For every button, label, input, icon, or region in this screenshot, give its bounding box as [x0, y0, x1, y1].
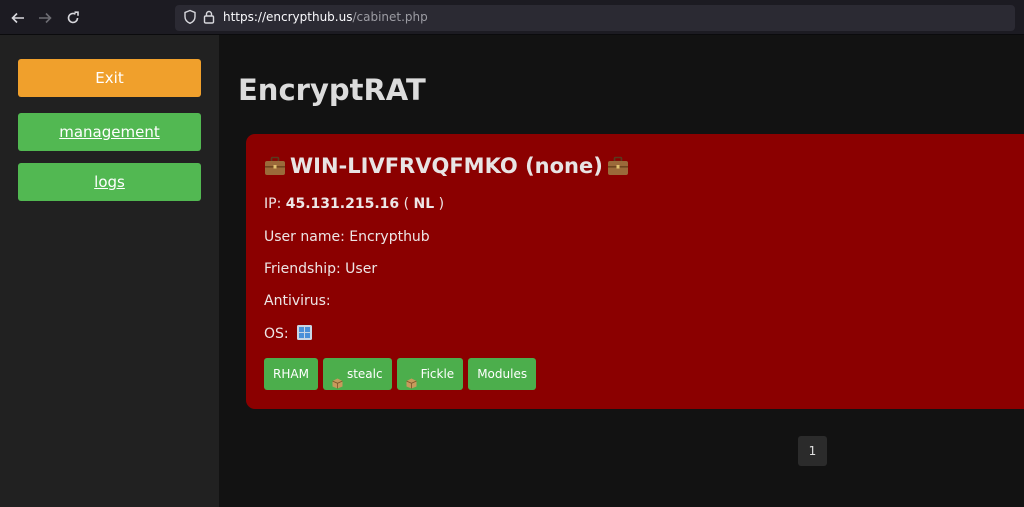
- country-code: NL: [413, 196, 435, 212]
- ip-value: 45.131.215.16: [285, 196, 400, 212]
- sidebar: Exit management logs: [0, 35, 219, 507]
- url-text[interactable]: https://encrypthub.us/cabinet.php: [223, 10, 428, 24]
- exit-button[interactable]: Exit: [18, 59, 201, 97]
- pagination-page-1[interactable]: 1: [798, 436, 827, 466]
- friendship-line: Friendship: User: [264, 261, 378, 277]
- briefcase-icon: [264, 156, 286, 176]
- client-card: WIN-LIVFRVQFMKO (none) IP: 45.131.215.16…: [246, 134, 1024, 409]
- shield-icon[interactable]: [183, 9, 199, 27]
- rham-label: RHAM: [273, 367, 309, 381]
- fickle-label: Fickle: [420, 367, 455, 381]
- briefcase-icon: [607, 156, 629, 176]
- main-content: EncryptRAT WIN-LIVFRVQFMKO (none) IP: 45…: [219, 35, 1024, 507]
- reload-icon[interactable]: [62, 7, 84, 29]
- ip-line: IP: 45.131.215.16 ( NL ): [264, 196, 444, 212]
- windows-icon: [297, 325, 313, 340]
- page-title: EncryptRAT: [238, 73, 426, 107]
- client-hostname: WIN-LIVFRVQFMKO (none): [290, 154, 603, 178]
- logs-link[interactable]: logs: [18, 163, 201, 201]
- modules-label: Modules: [477, 367, 528, 381]
- package-icon: [405, 369, 417, 388]
- os-label: OS:: [264, 326, 289, 342]
- modules-button[interactable]: Modules: [468, 358, 537, 390]
- ip-label: IP:: [264, 196, 282, 212]
- rham-button[interactable]: RHAM: [264, 358, 318, 390]
- antivirus-line: Antivirus:: [264, 293, 331, 309]
- browser-toolbar: https://encrypthub.us/cabinet.php: [0, 0, 1024, 35]
- back-arrow-icon[interactable]: [7, 7, 29, 29]
- lock-icon[interactable]: [202, 9, 218, 27]
- client-card-title: WIN-LIVFRVQFMKO (none): [264, 154, 633, 178]
- stealc-label: stealc: [346, 367, 383, 381]
- user-name-line: User name: Encrypthub: [264, 229, 430, 245]
- country-open: (: [403, 196, 410, 212]
- url-path: /cabinet.php: [352, 10, 428, 24]
- stealc-button[interactable]: stealc: [322, 358, 392, 390]
- address-bar[interactable]: https://encrypthub.us/cabinet.php: [175, 5, 1015, 31]
- os-line: OS:: [264, 325, 313, 342]
- package-icon: [332, 369, 343, 388]
- country-close: ): [438, 196, 445, 212]
- url-host: https://encrypthub.us: [223, 10, 353, 24]
- fickle-button[interactable]: Fickle: [396, 358, 464, 390]
- forward-arrow-icon[interactable]: [34, 7, 56, 29]
- client-actions: RHAM stealc Fickle Modules: [264, 358, 537, 390]
- management-link[interactable]: management: [18, 113, 201, 151]
